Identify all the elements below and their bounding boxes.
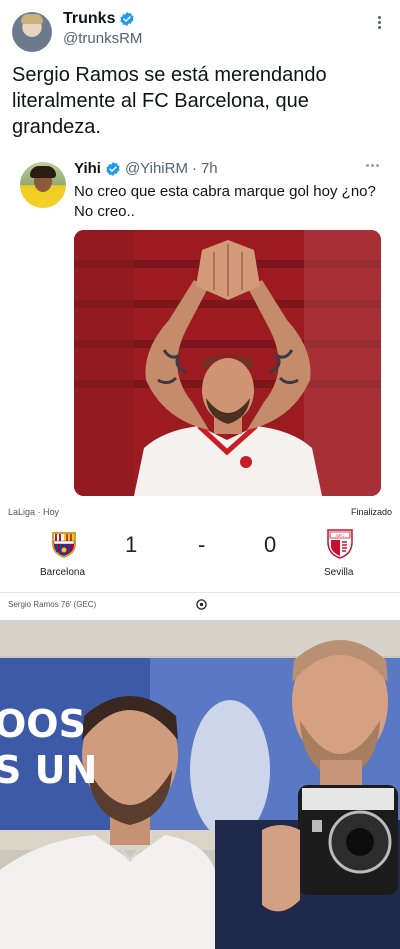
league-label: LaLiga · Hoy [8, 507, 60, 517]
tweet-text: Sergio Ramos se está merendando literalm… [12, 64, 327, 138]
away-team-name[interactable]: Sevilla [324, 567, 353, 578]
author-name[interactable]: Trunks [63, 10, 115, 28]
away-score: 0 [264, 532, 277, 557]
home-team-name[interactable]: Barcelona [40, 567, 85, 578]
match-divider [0, 592, 400, 593]
banner-text-line-2: S UN [0, 748, 98, 792]
quoted-author-name[interactable]: Yihi [74, 160, 101, 177]
author-avatar[interactable] [12, 12, 52, 52]
more-options-icon[interactable] [370, 14, 388, 32]
score-separator: - [198, 532, 206, 557]
football-icon [196, 599, 207, 610]
quoted-author-handle[interactable]: @YihiRM [125, 160, 188, 177]
quoted-author-avatar[interactable] [20, 162, 66, 208]
barcelona-crest-icon [52, 532, 76, 558]
author-name-row: Trunks [63, 10, 135, 28]
quoted-header: Yihi @YihiRM · 7h [74, 160, 218, 177]
svg-text:SFC: SFC [336, 533, 344, 538]
quoted-tweet-photo[interactable] [74, 230, 381, 496]
verified-badge-icon [120, 12, 135, 26]
player-applauding-illustration [74, 230, 381, 496]
quoted-time-separator: · [191, 160, 197, 177]
quoted-tweet[interactable]: Yihi @YihiRM · 7h No creo que esta cabra… [10, 150, 390, 496]
match-result-card[interactable]: LaLiga · Hoy Finalizado 1 - 0 SFC Barcel… [0, 500, 400, 616]
quoted-timestamp[interactable]: 7h [201, 160, 218, 177]
selfie-photo[interactable]: OOS S UN [0, 620, 400, 949]
match-status: Finalizado [350, 507, 392, 517]
author-handle[interactable]: @trunksRM [63, 30, 142, 47]
verified-badge-icon [106, 161, 120, 176]
sevilla-crest-icon: SFC [327, 529, 353, 559]
tweet: Trunks @trunksRM Sergio Ramos se está me… [0, 0, 400, 500]
goal-scorer: Sergio Ramos 76' (GEC) [8, 600, 97, 609]
banner-text-line-1: OOS [0, 702, 86, 746]
more-options-icon[interactable] [366, 164, 379, 167]
home-score: 1 [125, 532, 138, 557]
quoted-tweet-text: No creo que esta cabra marque gol hoy ¿n… [74, 183, 376, 220]
